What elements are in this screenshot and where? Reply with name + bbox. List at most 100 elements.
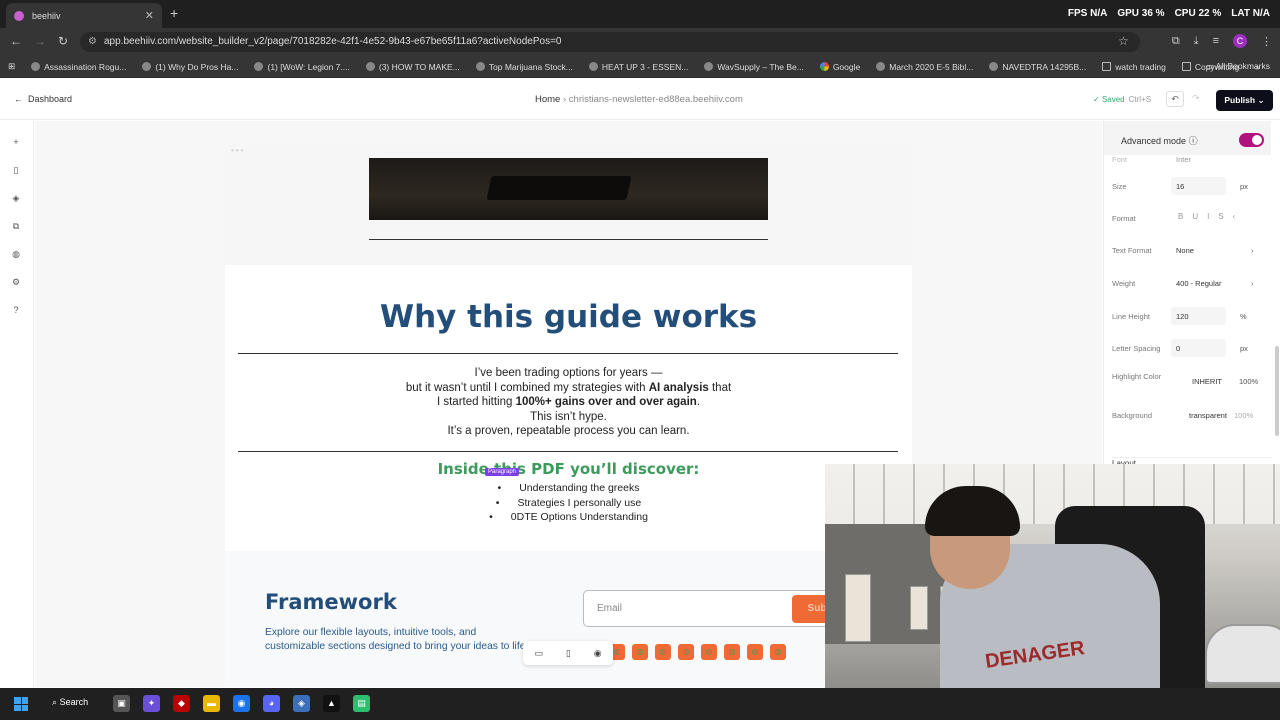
format-buttons[interactable]: BUIS‹ [1178, 212, 1244, 221]
bookmark-star-icon[interactable]: ☆ [1118, 34, 1129, 48]
all-bookmarks[interactable]: ▭ All Bookmarks [1206, 61, 1270, 72]
back-icon[interactable]: ← [10, 34, 22, 48]
social-icon[interactable]: ◎ [701, 644, 717, 660]
templates-icon[interactable]: ⧉ [11, 221, 21, 231]
bookmark-folder[interactable]: watch trading [1094, 62, 1174, 72]
app-icon[interactable]: ◆ [173, 695, 190, 712]
extensions-icon[interactable]: ⧉ [1172, 35, 1180, 48]
social-icon[interactable]: ◎ [770, 644, 786, 660]
site-info-icon[interactable]: ⚙ [88, 36, 97, 47]
apps-grid-icon[interactable]: ⊞ [8, 61, 23, 72]
publish-button[interactable]: Publish ⌄ [1216, 90, 1273, 111]
mobile-view-icon[interactable]: ▯ [566, 648, 571, 659]
panel-scrollbar[interactable] [1275, 346, 1279, 436]
bookmark-item[interactable]: (1) [WoW: Legion 7.... [246, 62, 357, 72]
bookmark-item[interactable]: Top Marijuana Stock... [468, 62, 581, 72]
close-tab-icon[interactable]: ✕ [145, 9, 154, 22]
help-icon[interactable]: ? [11, 305, 21, 315]
preview-eye-icon[interactable]: ◉ [594, 648, 602, 659]
list-item[interactable]: Strategies I personally use [225, 496, 912, 511]
add-icon[interactable]: + [11, 137, 21, 147]
hero-image[interactable] [369, 158, 768, 220]
social-icon[interactable]: ◎ [655, 644, 671, 660]
chrome-icon[interactable]: ◉ [233, 695, 250, 712]
bookmark-item[interactable]: (3) HOW TO MAKE... [358, 62, 468, 72]
redo-button[interactable]: ↷ [1192, 93, 1200, 104]
app-icon[interactable]: ▤ [353, 695, 370, 712]
breadcrumb: Home › christians-newsletter-ed88ea.beeh… [535, 94, 743, 105]
feature-list[interactable]: Understanding the greeks Strategies I pe… [225, 481, 912, 525]
bookmark-item[interactable]: March 2020 E-5 Bibl... [868, 62, 981, 72]
page-icon[interactable]: ▯ [11, 165, 21, 175]
weight-select[interactable]: 400 - Regular [1176, 279, 1221, 288]
settings-icon[interactable]: ⚙ [11, 277, 21, 287]
menu-icon[interactable]: ⋮ [1261, 35, 1272, 48]
saved-status: ✓ Saved Ctrl+S [1093, 95, 1152, 104]
profile-avatar[interactable]: C [1233, 34, 1247, 48]
list-item[interactable]: Understanding the greeks [225, 481, 912, 496]
highlight-value[interactable]: INHERIT [1192, 377, 1222, 386]
layers-icon[interactable]: ◈ [11, 193, 21, 203]
social-icon[interactable]: ◎ [747, 644, 763, 660]
breadcrumb-home[interactable]: Home [535, 94, 560, 105]
footer-title[interactable]: Framework [265, 590, 397, 614]
background-value[interactable]: transparent [1189, 411, 1227, 420]
social-icon[interactable]: ◎ [632, 644, 648, 660]
breadcrumb-site[interactable]: christians-newsletter-ed88ea.beehiiv.com [569, 94, 743, 105]
bookmark-item[interactable]: Assassination Rogu... [23, 62, 134, 72]
text-format-select[interactable]: None [1176, 246, 1194, 255]
footer-section[interactable]: Framework Explore our flexible layouts, … [225, 551, 912, 687]
divider [238, 451, 898, 452]
windows-start-icon[interactable] [14, 697, 28, 711]
copilot-icon[interactable]: ✦ [143, 695, 160, 712]
browser-tab[interactable]: beehiiv ✕ [6, 3, 162, 28]
desktop-view-icon[interactable]: ▭ [534, 648, 543, 659]
font-value[interactable]: Inter [1176, 155, 1191, 164]
bookmark-item[interactable]: Google [812, 62, 868, 72]
pdf-subheading[interactable]: Inside this PDF you’ll discover: [225, 460, 912, 478]
highlight-opacity[interactable]: 100% [1239, 377, 1258, 386]
task-view-icon[interactable]: ▣ [113, 695, 130, 712]
discord-icon[interactable]: ◕ [263, 695, 280, 712]
tradingview-icon[interactable]: ▲ [323, 695, 340, 712]
reload-icon[interactable]: ↻ [58, 34, 68, 48]
forward-icon[interactable]: → [34, 34, 46, 48]
globe-icon [989, 62, 999, 71]
body-paragraph[interactable]: I’ve been trading options for years — bu… [225, 366, 912, 439]
reading-list-icon[interactable]: ≡ [1213, 35, 1219, 47]
section-heading[interactable]: Why this guide works [225, 299, 912, 335]
hero-section[interactable]: ••• [225, 145, 912, 265]
bookmark-item[interactable]: WavSupply – The Be... [696, 62, 811, 72]
taskbar-search[interactable]: ⌕ Search [52, 697, 88, 708]
list-item[interactable]: 0DTE Options Understanding [225, 510, 912, 525]
background-opacity[interactable]: 100% [1234, 411, 1253, 420]
size-unit-select[interactable]: px [1240, 182, 1248, 191]
social-icon[interactable]: ◎ [724, 644, 740, 660]
search-icon: ⌕ [52, 697, 58, 707]
advanced-mode-toggle[interactable] [1239, 133, 1264, 147]
social-links: ◎ ◎ ◎ ◎ ◎ ◎ ◎ ◎ [609, 644, 786, 660]
footer-text[interactable]: Explore our flexible layouts, intuitive … [265, 626, 530, 653]
undo-button[interactable]: ↶ [1166, 91, 1184, 107]
url-field[interactable]: ⚙ app.beehiiv.com/website_builder_v2/pag… [80, 32, 1140, 52]
address-bar-row: ← → ↻ ⚙ app.beehiiv.com/website_builder_… [0, 28, 1280, 56]
app-icon[interactable]: ◈ [293, 695, 310, 712]
fps-stat: FPS N/A [1067, 8, 1108, 19]
line-height-unit-select[interactable]: % [1240, 312, 1247, 321]
builder-header: ← Dashboard Home › christians-newsletter… [0, 80, 1280, 120]
bookmark-item[interactable]: NAVEDTRA 14295B... [981, 62, 1094, 72]
letter-spacing-unit-select[interactable]: px [1240, 344, 1248, 353]
globe-icon [475, 62, 485, 71]
download-icon[interactable]: ⤓ [1194, 35, 1199, 48]
file-explorer-icon[interactable]: ▬ [203, 695, 220, 712]
gpu-stat: GPU 36 % [1117, 8, 1165, 19]
social-icon[interactable]: ◎ [678, 644, 694, 660]
browser-toolbar-icons: ⧉ ⤓ ≡ C ⋮ [1172, 34, 1272, 48]
globe-icon[interactable]: ◍ [11, 249, 21, 259]
globe-icon [704, 62, 714, 71]
bookmark-item[interactable]: (1) Why Do Pros Ha... [134, 62, 246, 72]
section-handle-icon[interactable]: ••• [231, 146, 245, 155]
dashboard-back-button[interactable]: ← Dashboard [14, 94, 72, 104]
bookmark-item[interactable]: HEAT UP 3 - ESSEN... [581, 62, 696, 72]
new-tab-icon[interactable]: + [170, 5, 178, 21]
